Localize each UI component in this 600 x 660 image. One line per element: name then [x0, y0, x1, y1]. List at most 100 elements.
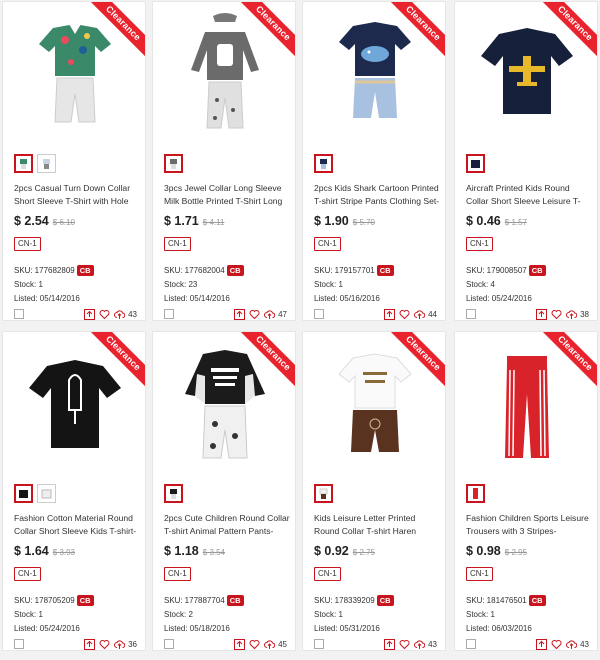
- product-card[interactable]: Clearance 3pcs Jewel Collar Long Sleeve …: [152, 1, 296, 321]
- thumbnail-list: [314, 484, 333, 503]
- action-bar: 36: [14, 638, 137, 650]
- cloud-upload-icon[interactable]: [113, 308, 125, 320]
- product-title[interactable]: 2pcs Cute Children Round Collar T-shirt …: [164, 512, 290, 538]
- count: 44: [428, 309, 437, 319]
- heart-icon[interactable]: [550, 638, 562, 650]
- stock-text: Stock: 1: [14, 610, 43, 619]
- listed-date: Listed: 05/24/2016: [466, 294, 532, 303]
- cloud-upload-icon[interactable]: [113, 638, 125, 650]
- stock-text: Stock: 4: [466, 280, 495, 289]
- upload-box-icon[interactable]: [383, 308, 395, 320]
- select-checkbox[interactable]: [466, 309, 476, 319]
- thumbnail[interactable]: [466, 484, 485, 503]
- upload-box-icon[interactable]: [535, 308, 547, 320]
- heart-icon[interactable]: [398, 638, 410, 650]
- select-checkbox[interactable]: [466, 639, 476, 649]
- sku-label: SKU:: [164, 596, 183, 605]
- sku-row: SKU: 177682809 CB: [14, 265, 94, 276]
- heart-icon[interactable]: [248, 308, 260, 320]
- product-title[interactable]: Fashion Children Sports Leisure Trousers…: [466, 512, 592, 538]
- old-price: $ 6.10: [52, 218, 76, 227]
- product-image[interactable]: Clearance: [303, 332, 445, 472]
- product-title[interactable]: 2pcs Casual Turn Down Collar Short Sleev…: [14, 182, 140, 208]
- product-photo: [339, 22, 411, 118]
- upload-box-icon[interactable]: [383, 638, 395, 650]
- cb-badge: CB: [376, 595, 394, 606]
- select-checkbox[interactable]: [14, 639, 24, 649]
- product-title[interactable]: Kids Leisure Letter Printed Round Collar…: [314, 512, 440, 538]
- heart-icon[interactable]: [248, 638, 260, 650]
- product-image[interactable]: Clearance: [3, 2, 145, 142]
- thumbnail[interactable]: [14, 484, 33, 503]
- select-checkbox[interactable]: [314, 309, 324, 319]
- thumbnail-list: [14, 484, 56, 503]
- thumbnail[interactable]: [466, 154, 485, 173]
- thumbnail[interactable]: [314, 154, 333, 173]
- product-image[interactable]: Clearance: [153, 2, 295, 142]
- select-checkbox[interactable]: [164, 309, 174, 319]
- upload-box-icon[interactable]: [83, 308, 95, 320]
- product-card[interactable]: Clearance Fashion Children Sports Leisur…: [454, 331, 598, 651]
- product-card[interactable]: Clearance Aircraft Printed Kids Round Co…: [454, 1, 598, 321]
- product-title[interactable]: 3pcs Jewel Collar Long Sleeve Milk Bottl…: [164, 182, 290, 208]
- product-image[interactable]: Clearance: [455, 332, 597, 472]
- product-card[interactable]: Clearance Fashion Cotton Material Round …: [2, 331, 146, 651]
- sku-label: SKU:: [314, 596, 333, 605]
- heart-icon[interactable]: [398, 308, 410, 320]
- stock-text: Stock: 1: [314, 610, 343, 619]
- thumbnail[interactable]: [37, 154, 56, 173]
- thumbnail[interactable]: [164, 484, 183, 503]
- upload-box-icon[interactable]: [535, 638, 547, 650]
- select-checkbox[interactable]: [314, 639, 324, 649]
- select-checkbox[interactable]: [14, 309, 24, 319]
- cloud-upload-icon[interactable]: [263, 308, 275, 320]
- action-bar: 43: [466, 638, 589, 650]
- thumbnail[interactable]: [164, 154, 183, 173]
- thumbnail[interactable]: [14, 154, 33, 173]
- product-image[interactable]: Clearance: [455, 2, 597, 142]
- product-image[interactable]: Clearance: [303, 2, 445, 142]
- cloud-upload-icon[interactable]: [565, 308, 577, 320]
- region-badge: CN-1: [314, 237, 341, 251]
- cloud-upload-icon[interactable]: [263, 638, 275, 650]
- product-card[interactable]: Clearance 2pcs Cute Children Round Colla…: [152, 331, 296, 651]
- sku-label: SKU:: [466, 266, 485, 275]
- cloud-upload-icon[interactable]: [413, 638, 425, 650]
- upload-box-icon[interactable]: [233, 638, 245, 650]
- region-badge: CN-1: [314, 567, 341, 581]
- sku-row: SKU: 179008507 CB: [466, 265, 546, 276]
- price: $ 0.98: [466, 544, 501, 558]
- select-checkbox[interactable]: [164, 639, 174, 649]
- cb-badge: CB: [528, 595, 546, 606]
- heart-icon[interactable]: [98, 638, 110, 650]
- cloud-upload-icon[interactable]: [565, 638, 577, 650]
- thumbnail[interactable]: [314, 484, 333, 503]
- sku-value: 177682004: [184, 266, 225, 275]
- product-image[interactable]: Clearance: [3, 332, 145, 472]
- product-title[interactable]: 2pcs Kids Shark Cartoon Printed T-shirt …: [314, 182, 440, 208]
- product-photo: [185, 350, 265, 459]
- old-price: $ 5.70: [352, 218, 376, 227]
- stock-text: Stock: 1: [14, 280, 43, 289]
- product-card[interactable]: Clearance 2pcs Kids Shark Cartoon Printe…: [302, 1, 446, 321]
- heart-icon[interactable]: [550, 308, 562, 320]
- old-price: $ 4.11: [202, 218, 225, 227]
- product-image[interactable]: Clearance: [153, 332, 295, 472]
- sku-value: 178339209: [334, 596, 375, 605]
- cloud-upload-icon[interactable]: [413, 308, 425, 320]
- heart-icon[interactable]: [98, 308, 110, 320]
- upload-box-icon[interactable]: [233, 308, 245, 320]
- thumbnail[interactable]: [37, 484, 56, 503]
- product-card[interactable]: Clearance Kids Leisure Letter Printed Ro…: [302, 331, 446, 651]
- listed-date: Listed: 05/31/2016: [314, 624, 380, 633]
- product-card[interactable]: Clearance 2pcs Casual Turn Down Collar S…: [2, 1, 146, 321]
- product-title[interactable]: Fashion Cotton Material Round Collar Sho…: [14, 512, 140, 538]
- thumbnail-list: [14, 154, 56, 173]
- upload-box-icon[interactable]: [83, 638, 95, 650]
- product-photo: [338, 353, 412, 452]
- product-title[interactable]: Aircraft Printed Kids Round Collar Short…: [466, 182, 592, 208]
- count: 36: [128, 639, 137, 649]
- action-bar: 43: [14, 308, 137, 320]
- cb-badge: CB: [226, 595, 244, 606]
- thumbnail-list: [164, 154, 183, 173]
